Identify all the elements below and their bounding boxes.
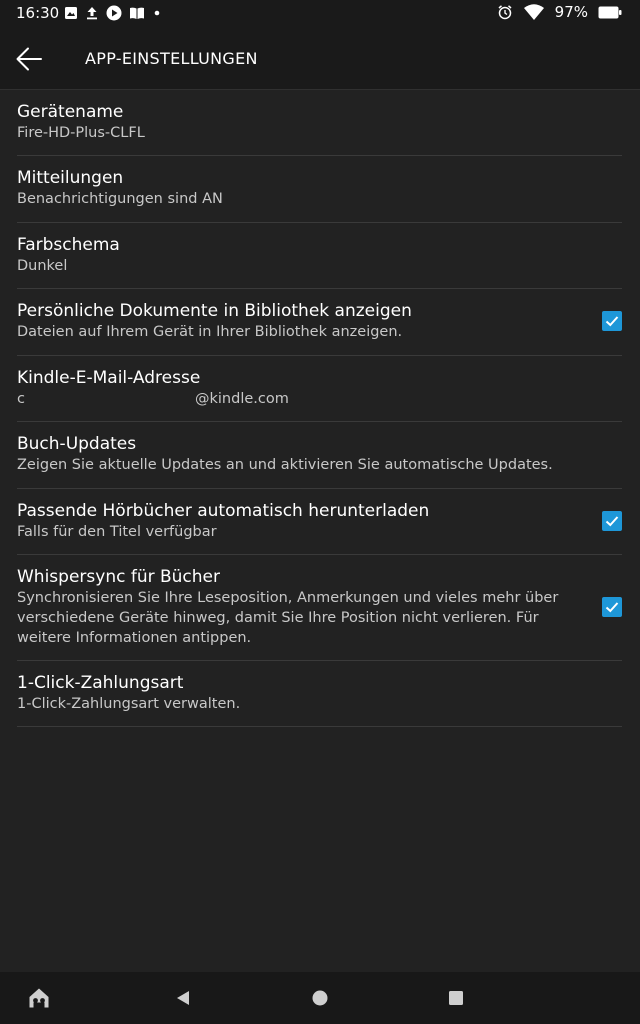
setting-title: Buch-Updates [17,434,137,454]
back-arrow-icon [16,47,42,71]
upload-icon [87,7,97,20]
status-notification-icons [64,5,162,21]
nav-recents-button[interactable] [444,986,468,1010]
setting-notifications[interactable]: Mitteilungen Benachrichtigungen sind AN [17,156,622,223]
play-icon [106,5,122,21]
back-triangle-icon [177,991,189,1005]
setting-title: Kindle-E-Mail-Adresse [17,368,201,388]
status-time: 16:30 [16,4,60,22]
home-shortcut-button[interactable] [27,986,51,1010]
checkmark-icon [605,516,619,527]
checkmark-icon [605,316,619,327]
setting-subtitle: Dateien auf Ihrem Gerät in Ihrer Bibliot… [17,324,403,340]
setting-whispersync[interactable]: Whispersync für Bücher Synchronisieren S… [17,555,622,661]
setting-title: Persönliche Dokumente in Bibliothek anze… [17,301,412,321]
email-prefix: c [17,391,25,407]
wifi-icon [523,4,544,20]
whispersync-checkbox[interactable] [602,597,622,617]
setting-subtitle: Fire-HD-Plus-CLFL [17,125,145,141]
setting-subtitle: Zeigen Sie aktuelle Updates an und aktiv… [17,457,553,473]
setting-kindle-email[interactable]: Kindle-E-Mail-Adresse c @kindle.com [17,356,622,422]
setting-device-name[interactable]: Gerätename Fire-HD-Plus-CLFL [17,90,622,156]
setting-subtitle: Dunkel [17,258,68,274]
nav-back-button[interactable] [171,986,195,1010]
back-button[interactable] [12,42,46,76]
audiobook-download-checkbox[interactable] [602,511,622,531]
battery-icon [598,6,622,18]
page-title: APP-EINSTELLUNGEN [85,49,258,68]
personal-documents-checkbox[interactable] [602,311,622,331]
setting-color-scheme[interactable]: Farbschema Dunkel [17,223,622,289]
setting-audiobook-download[interactable]: Passende Hörbücher automatisch herunterl… [17,489,622,555]
home-icon [29,988,49,1008]
image-icon [65,7,77,19]
home-circle-icon [312,990,328,1006]
setting-title: Passende Hörbücher automatisch herunterl… [17,501,430,521]
book-icon [130,7,144,19]
system-navigation-bar [0,972,640,1024]
setting-subtitle: 1-Click-Zahlungsart verwalten. [17,696,241,712]
settings-list: Gerätename Fire-HD-Plus-CLFL Mitteilunge… [17,90,622,727]
status-system-icons: 97% [497,3,622,21]
setting-title: Gerätename [17,102,124,122]
battery-percentage: 97% [554,3,588,21]
status-bar: 16:30 97% [0,0,640,28]
alarm-icon [498,5,512,20]
setting-subtitle: c @kindle.com [17,389,622,409]
setting-title: Mitteilungen [17,168,124,188]
setting-book-updates[interactable]: Buch-Updates Zeigen Sie aktuelle Updates… [17,422,622,489]
email-domain: @kindle.com [195,391,289,407]
setting-title: Whispersync für Bücher [17,567,221,587]
dot-icon [154,10,160,16]
setting-subtitle: Falls für den Titel verfügbar [17,524,217,540]
app-header: APP-EINSTELLUNGEN [0,28,640,90]
checkmark-icon [605,602,619,613]
setting-title: 1-Click-Zahlungsart [17,673,184,693]
setting-title: Farbschema [17,235,120,255]
setting-subtitle: Synchronisieren Sie Ihre Leseposition, A… [17,590,559,646]
recents-square-icon [449,991,463,1005]
setting-subtitle: Benachrichtigungen sind AN [17,191,223,207]
nav-home-button[interactable] [308,986,332,1010]
setting-personal-documents[interactable]: Persönliche Dokumente in Bibliothek anze… [17,289,622,356]
setting-1click-payment[interactable]: 1-Click-Zahlungsart 1-Click-Zahlungsart … [17,661,622,727]
